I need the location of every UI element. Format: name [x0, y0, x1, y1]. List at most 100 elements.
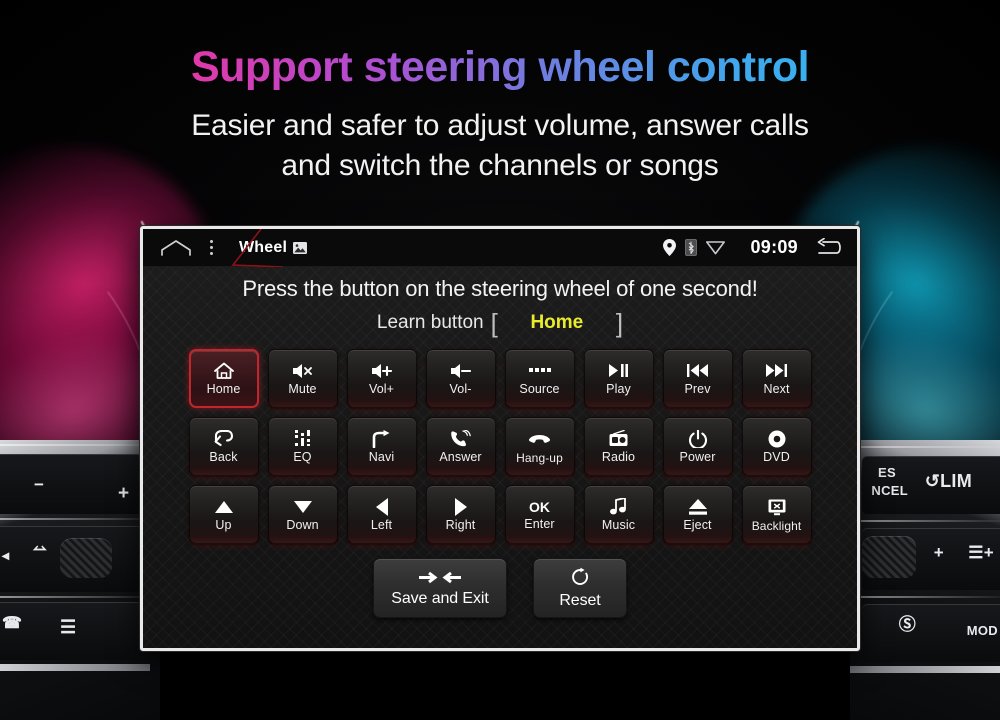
status-icons: 09:09 [663, 237, 857, 258]
eject-icon [688, 497, 707, 516]
wheel-key-back[interactable]: Back [188, 417, 259, 476]
wheel-key-source[interactable]: Source [504, 349, 575, 408]
equalizer-icon [294, 429, 311, 448]
wheel-key-label: Mute [288, 382, 317, 397]
wheel-key-label: Next [763, 382, 790, 397]
wheel-key-backlight[interactable]: Backlight [741, 485, 812, 544]
subtitle-line-2: and switch the channels or songs [281, 149, 719, 182]
wheel-key-answer[interactable]: Answer [425, 417, 496, 476]
location-pin-icon [663, 239, 677, 256]
wheel-key-vol-[interactable]: Vol+ [346, 349, 417, 408]
wheel-key-label: Down [286, 518, 319, 533]
function-key-grid: Home Mute Vol+ Vol- Source Play Prev Next Back EQ… [143, 349, 857, 544]
wheel-key-label: Power [679, 450, 716, 465]
turn-right-icon [372, 429, 391, 448]
status-bar: Wheel 09:09 [143, 229, 857, 268]
wheel-key-left[interactable]: Left [346, 485, 417, 544]
back-undo-icon [213, 429, 234, 448]
image-icon [293, 241, 308, 254]
reset-label: Reset [559, 592, 601, 609]
wheel-key-label: Eject [683, 518, 712, 533]
head-unit-device: Wheel 09:09 Press the button on the stee… [140, 226, 860, 651]
wheel-key-prev[interactable]: Prev [662, 349, 733, 408]
wheel-key-down[interactable]: Down [267, 485, 338, 544]
refresh-icon [570, 567, 590, 587]
wheel-key-label: Vol- [449, 382, 472, 397]
phone-answer-icon [450, 429, 471, 448]
steering-wheel-photo-left: − + ◂ ⥎ ☎ ☰ [0, 440, 160, 720]
save-and-exit-label: Save and Exit [391, 589, 489, 607]
wheel-key-dvd[interactable]: DVD [741, 417, 812, 476]
back-arrow-icon[interactable] [813, 237, 843, 258]
wheel-key-label: Backlight [751, 518, 802, 533]
action-buttons: Save and Exit Reset [143, 558, 857, 618]
arrow-down-icon [293, 497, 312, 516]
wheel-label-lim: ↺LIM [924, 471, 972, 491]
bracket-left: [ [490, 308, 498, 338]
wheel-key-label: Home [206, 382, 241, 397]
wheel-key-label: Vol+ [368, 382, 395, 397]
wifi-icon [706, 240, 726, 255]
arrow-up-icon [214, 497, 233, 516]
wheel-key-eject[interactable]: Eject [662, 485, 733, 544]
play-pause-icon [608, 361, 629, 380]
wheel-key-label: Source [519, 382, 560, 397]
wheel-key-label: Hang-up [516, 450, 563, 465]
wheel-key-label: EQ [293, 450, 312, 465]
wheel-key-label: Navi [368, 450, 395, 465]
volume-mute-icon [292, 361, 313, 380]
wheel-key-right[interactable]: Right [425, 485, 496, 544]
wheel-key-navi[interactable]: Navi [346, 417, 417, 476]
home-outline-icon[interactable] [160, 239, 192, 256]
wheel-key-home[interactable]: Home [188, 349, 259, 408]
bluetooth-icon [685, 239, 698, 256]
radio-icon [609, 429, 628, 448]
wheel-key-label: Prev [684, 382, 711, 397]
disc-icon [768, 429, 786, 448]
wheel-key-up[interactable]: Up [188, 485, 259, 544]
wheel-label-cancel: NCEL [871, 483, 908, 498]
wheel-key-music[interactable]: Music [583, 485, 654, 544]
page-subtitle: Easier and safer to adjust volume, answe… [0, 106, 1000, 186]
screen-title: Wheel [239, 238, 308, 257]
phone-hangup-icon [529, 430, 550, 449]
subtitle-line-1: Easier and safer to adjust volume, answe… [191, 109, 809, 142]
music-note-icon [610, 497, 627, 516]
wheel-key-label: Right [445, 518, 476, 533]
arrow-right-icon [454, 497, 467, 516]
ok-text-icon: OK [529, 498, 550, 515]
wheel-key-next[interactable]: Next [741, 349, 812, 408]
overflow-menu-icon[interactable] [210, 240, 213, 255]
wheel-key-radio[interactable]: Radio [583, 417, 654, 476]
wheel-key-hang-up[interactable]: Hang-up [504, 417, 575, 476]
learn-button-value: Home [530, 312, 584, 333]
wheel-learning-screen: Press the button on the steering wheel o… [143, 267, 857, 648]
wheel-key-play[interactable]: Play [583, 349, 654, 408]
instruction-text: Press the button on the steering wheel o… [242, 276, 758, 301]
arrows-inward-icon [417, 570, 463, 585]
wheel-key-vol-[interactable]: Vol- [425, 349, 496, 408]
reset-button[interactable]: Reset [533, 558, 627, 618]
wheel-key-label: Back [209, 450, 238, 465]
backlight-screen-icon [768, 498, 786, 517]
clock: 09:09 [750, 237, 798, 257]
volume-down-icon [450, 361, 471, 380]
volume-up-icon [371, 361, 392, 380]
screen-title-text: Wheel [239, 238, 288, 256]
wheel-key-mute[interactable]: Mute [267, 349, 338, 408]
wheel-key-label: Play [606, 382, 631, 397]
save-and-exit-button[interactable]: Save and Exit [373, 558, 507, 618]
learn-button-label: Learn button [376, 312, 484, 333]
previous-track-icon [686, 361, 709, 380]
next-track-icon [765, 361, 788, 380]
wheel-key-label: Music [601, 518, 636, 533]
wheel-label-mode: MOD [966, 623, 998, 638]
page-title: Support steering wheel control [0, 43, 1000, 92]
wheel-label-res: ES [878, 465, 896, 480]
arrow-left-icon [375, 497, 388, 516]
wheel-key-label: Left [370, 518, 393, 533]
wheel-key-eq[interactable]: EQ [267, 417, 338, 476]
wheel-key-power[interactable]: Power [662, 417, 733, 476]
promo-banner: − + ◂ ⥎ ☎ ☰ ES NCEL ↺LIM + ☰+ Ⓢ MOD Supp… [0, 0, 1000, 720]
wheel-key-enter[interactable]: OK Enter [504, 485, 575, 544]
